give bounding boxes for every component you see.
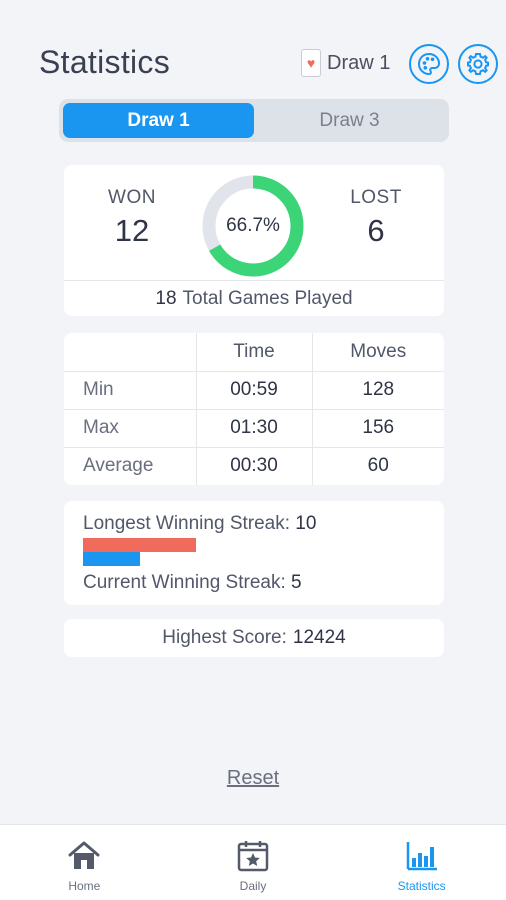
longest-streak-bar: [83, 538, 196, 552]
settings-button[interactable]: [458, 44, 498, 84]
current-streak-bar: [83, 552, 140, 566]
bar-chart-icon: [404, 839, 440, 873]
row-moves: 60: [367, 455, 389, 477]
row-moves: 156: [312, 409, 444, 448]
current-streak: Current Winning Streak: 5: [83, 572, 302, 594]
reset-link[interactable]: Reset: [0, 767, 506, 790]
row-time: 01:30: [196, 409, 313, 448]
row-label: Average: [64, 447, 197, 485]
row-label: Max: [64, 409, 197, 448]
win-loss-row: WON 12 66.7% LOST 6: [64, 165, 444, 280]
won-value: 12: [114, 213, 150, 248]
home-icon: [66, 839, 102, 873]
current-streak-label: Current Winning Streak:: [83, 572, 286, 593]
table-header-row: Time Moves: [64, 333, 444, 372]
page-title: Statistics: [39, 44, 171, 80]
row-moves: 128: [312, 371, 444, 410]
win-percent: 66.7%: [226, 215, 280, 236]
table-row: Min 00:59 128: [64, 371, 444, 410]
table-row: Average 00:30 60: [64, 447, 444, 485]
row-time: 00:30: [196, 447, 313, 485]
total-games-value: 18: [155, 287, 177, 309]
calendar-star-icon: [235, 839, 271, 873]
header: Statistics ♥ Draw 1: [0, 0, 506, 100]
lost-value: 6: [367, 213, 385, 248]
highest-score-value: 12424: [292, 627, 346, 648]
bottom-tab-bar: Home Daily Statistics: [0, 824, 506, 900]
tab-daily[interactable]: Daily: [169, 825, 338, 900]
gear-icon: [467, 53, 489, 75]
heart-card-icon: ♥: [301, 49, 321, 77]
longest-streak-label: Longest Winning Streak:: [83, 513, 291, 534]
tab-home-label: Home: [68, 879, 101, 893]
table-header-moves: Moves: [312, 333, 444, 372]
palette-icon: [417, 52, 441, 76]
draw-mode-toggle: Draw 1 Draw 3: [59, 99, 449, 142]
highest-score-label: Highest Score:: [162, 627, 287, 648]
longest-streak-value: 10: [295, 513, 317, 534]
draw-mode-indicator[interactable]: ♥ Draw 1: [301, 49, 390, 77]
total-games: 18 Total Games Played: [64, 281, 444, 316]
row-time: 00:59: [196, 371, 313, 410]
lost-label: LOST: [350, 187, 402, 208]
win-loss-card: WON 12 66.7% LOST 6 18 Total Games Playe…: [64, 165, 444, 316]
total-games-label: Total Games Played: [182, 287, 353, 309]
theme-button[interactable]: [409, 44, 449, 84]
current-streak-value: 5: [291, 572, 302, 593]
tab-statistics-label: Statistics: [397, 879, 446, 893]
tab-daily-label: Daily: [239, 879, 267, 893]
time-moves-table: Time Moves Min 00:59 128 Max 01:30 156 A…: [64, 333, 444, 485]
won-label: WON: [108, 187, 156, 208]
table-header-time: Time: [196, 333, 313, 372]
tab-draw-1[interactable]: Draw 1: [63, 103, 254, 138]
table-row: Max 01:30 156: [64, 409, 444, 448]
table-header-blank: [64, 333, 197, 372]
tab-statistics[interactable]: Statistics: [337, 825, 506, 900]
won-stat: WON 12: [72, 187, 192, 249]
highest-score-card: Highest Score: 12424: [64, 619, 444, 657]
tab-home[interactable]: Home: [0, 825, 169, 900]
streak-card: Longest Winning Streak: 10 Current Winni…: [64, 501, 444, 605]
longest-streak: Longest Winning Streak: 10: [83, 513, 316, 535]
lost-stat: LOST 6: [316, 187, 436, 249]
tab-draw-3[interactable]: Draw 3: [254, 103, 445, 138]
draw-mode-label: Draw 1: [327, 51, 391, 74]
row-label: Min: [64, 371, 197, 410]
